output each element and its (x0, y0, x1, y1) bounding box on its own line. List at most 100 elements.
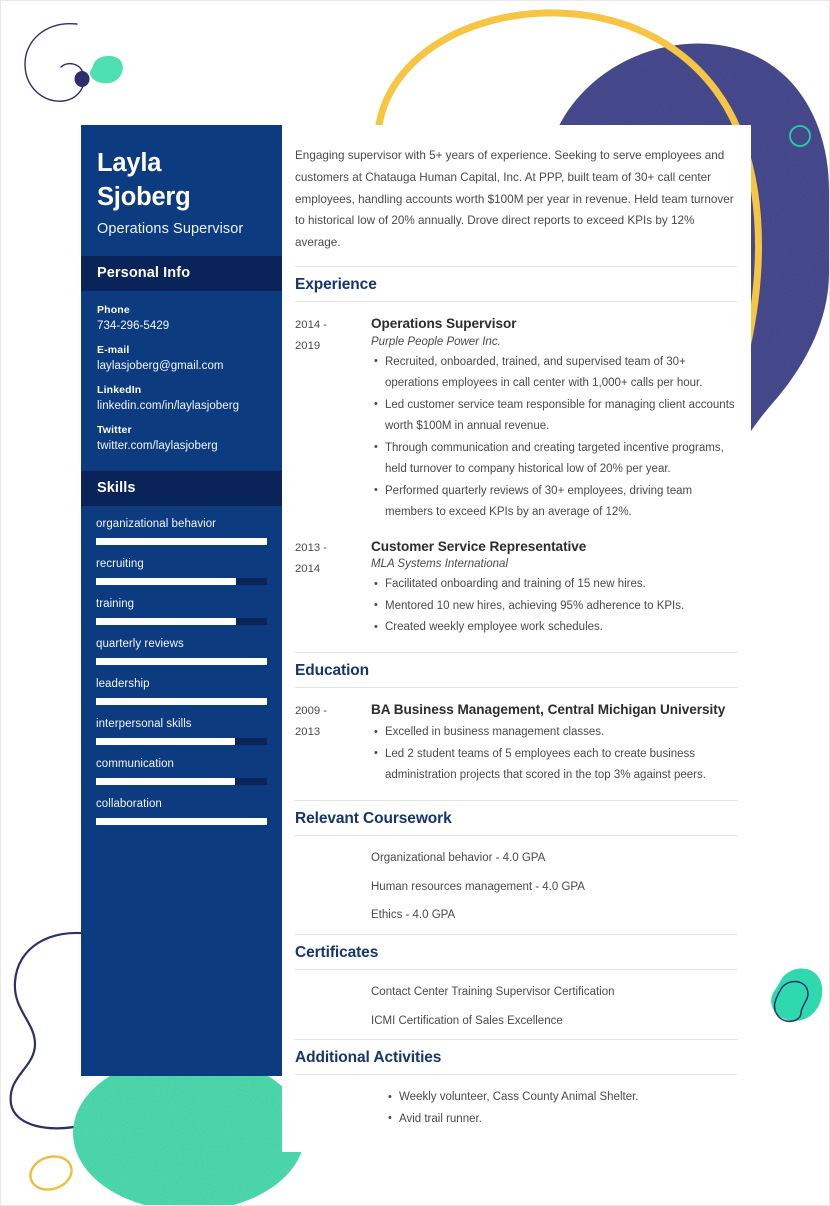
contact-label-linkedin: LinkedIn (97, 383, 142, 396)
skill-item: collaboration (96, 798, 267, 825)
coursework-list: Organizational behavior - 4.0 GPA Human … (295, 848, 737, 926)
skill-bar-track (96, 777, 267, 785)
experience-dates: 2014 - 2019 (295, 314, 371, 524)
skill-bar-fill (96, 817, 267, 825)
contact-value-twitter[interactable]: twitter.com/laylasjoberg (97, 440, 266, 452)
experience-entry: 2014 - 2019 Operations Supervisor Purple… (295, 314, 737, 524)
skill-bar-track (96, 617, 267, 625)
section-heading-activities: Additional Activities (295, 1039, 737, 1076)
certificate-item: ICMI Certification of Sales Excellence (371, 1014, 563, 1027)
candidate-first-name: Layla (97, 149, 162, 177)
skill-bar-track (96, 817, 267, 825)
skill-bar-fill (96, 777, 235, 785)
section-heading-coursework: Relevant Coursework (295, 799, 737, 836)
skill-item: communication (96, 758, 267, 785)
date-end: 2019 (295, 339, 321, 352)
skill-label: communication (96, 757, 174, 770)
resume-sidebar: Layla Sjoberg Operations Supervisor Pers… (81, 125, 282, 1076)
bullet-item: Performed quarterly reviews of 30+ emplo… (374, 480, 737, 524)
experience-dates: 2013 - 2014 (295, 537, 371, 639)
date-start: 2014 - (295, 318, 328, 331)
bottom-left-yellow-ellipse-outline-shape (29, 1155, 73, 1191)
skill-bar-fill (96, 537, 267, 545)
date-end: 2013 (295, 725, 321, 738)
bullet-item: Facilitated onboarding and training of 1… (374, 574, 737, 596)
experience-organization: Purple People Power Inc. (371, 335, 501, 348)
coursework-item: Organizational behavior - 4.0 GPA (371, 851, 546, 864)
experience-body: Operations Supervisor Purple People Powe… (371, 314, 737, 524)
bottom-right-teal-blob-shape (771, 968, 823, 1021)
bullet-item: Recruited, onboarded, trained, and super… (374, 351, 737, 395)
skill-label: interpersonal skills (96, 717, 192, 730)
top-left-teal-blob-shape (90, 55, 123, 84)
experience-entry: 2013 - 2014 Customer Service Representat… (295, 537, 737, 639)
contact-value-linkedin[interactable]: linkedin.com/in/laylasjoberg (97, 400, 266, 412)
candidate-name: Layla Sjoberg (97, 147, 266, 215)
education-degree: BA Business Management, Central Michigan… (371, 701, 726, 717)
skill-bar-fill (96, 737, 235, 745)
experience-body: Customer Service Representative MLA Syst… (371, 537, 737, 639)
coursework-item: Human resources management - 4.0 GPA (371, 880, 585, 893)
bullet-item: Weekly volunteer, Cass County Animal She… (388, 1087, 737, 1109)
skill-label: training (96, 597, 135, 610)
contact-value-phone[interactable]: 734-296-5429 (97, 320, 266, 332)
skill-item: quarterly reviews (96, 638, 267, 665)
bullet-item: Through communication and creating targe… (374, 437, 737, 481)
skill-bar-track (96, 537, 267, 545)
skill-label: recruiting (96, 557, 144, 570)
date-start: 2009 - (295, 704, 328, 717)
resume-main-column: Engaging supervisor with 5+ years of exp… (282, 125, 751, 1153)
certificates-list: Contact Center Training Supervisor Certi… (295, 982, 737, 1031)
date-start: 2013 - (295, 541, 328, 554)
top-left-comma-outline-shape (24, 23, 85, 102)
skill-bar-fill (96, 657, 267, 665)
resume-page: Layla Sjoberg Operations Supervisor Pers… (0, 0, 830, 1206)
skill-label: organizational behavior (96, 517, 217, 530)
skills-list: organizational behavior recruiting train… (81, 506, 282, 825)
skill-bar-fill (96, 577, 237, 585)
professional-summary: Engaging supervisor with 5+ years of exp… (295, 149, 734, 250)
skill-item: organizational behavior (96, 518, 267, 545)
coursework-item: Ethics - 4.0 GPA (371, 909, 456, 922)
personal-info-heading: Personal Info (81, 255, 282, 291)
skill-bar-fill (96, 617, 237, 625)
skill-bar-track (96, 737, 267, 745)
skill-item: training (96, 598, 267, 625)
skill-bar-track (96, 697, 267, 705)
name-block: Layla Sjoberg Operations Supervisor (81, 125, 282, 237)
bullet-item: Excelled in business management classes. (374, 722, 737, 744)
contact-label-email: E-mail (97, 343, 130, 356)
education-entry: 2009 - 2013 BA Business Management, Cent… (295, 700, 737, 787)
contact-list: Phone 734-296-5429 E-mail laylasjoberg@g… (81, 291, 282, 452)
top-left-navy-dot-shape (74, 71, 90, 87)
activities-bullets: Weekly volunteer, Cass County Animal She… (385, 1087, 737, 1130)
contact-label-phone: Phone (97, 303, 130, 316)
section-heading-education: Education (295, 651, 737, 688)
candidate-job-title: Operations Supervisor (97, 220, 244, 237)
activities-list: Weekly volunteer, Cass County Animal She… (295, 1087, 737, 1130)
contact-item-phone: Phone 734-296-5429 (97, 304, 266, 332)
skill-bar-fill (96, 697, 267, 705)
skill-bar-track (96, 657, 267, 665)
right-teal-ring-shape (789, 125, 811, 147)
skill-item: recruiting (96, 558, 267, 585)
bottom-right-navy-outline-shape (773, 980, 809, 1023)
skills-heading: Skills (81, 470, 282, 506)
bullet-item: Led customer service team responsible fo… (374, 394, 737, 438)
contact-item-twitter: Twitter twitter.com/laylasjoberg (97, 424, 266, 452)
date-end: 2014 (295, 562, 321, 575)
skill-label: leadership (96, 677, 150, 690)
skill-item: interpersonal skills (96, 718, 267, 745)
contact-item-email: E-mail laylasjoberg@gmail.com (97, 344, 266, 372)
skill-label: quarterly reviews (96, 637, 184, 650)
experience-bullets: Recruited, onboarded, trained, and super… (371, 351, 737, 524)
bullet-item: Avid trail runner. (388, 1108, 737, 1131)
bullet-item: Led 2 student teams of 5 employees each … (374, 743, 737, 787)
contact-value-email[interactable]: laylasjoberg@gmail.com (97, 360, 266, 372)
certificate-item: Contact Center Training Supervisor Certi… (371, 986, 615, 998)
bottom-left-teal-blob-shape (73, 1071, 305, 1205)
education-dates: 2009 - 2013 (295, 700, 371, 787)
section-heading-certificates: Certificates (295, 934, 737, 970)
skill-item: leadership (96, 678, 267, 705)
skill-bar-track (96, 577, 267, 585)
